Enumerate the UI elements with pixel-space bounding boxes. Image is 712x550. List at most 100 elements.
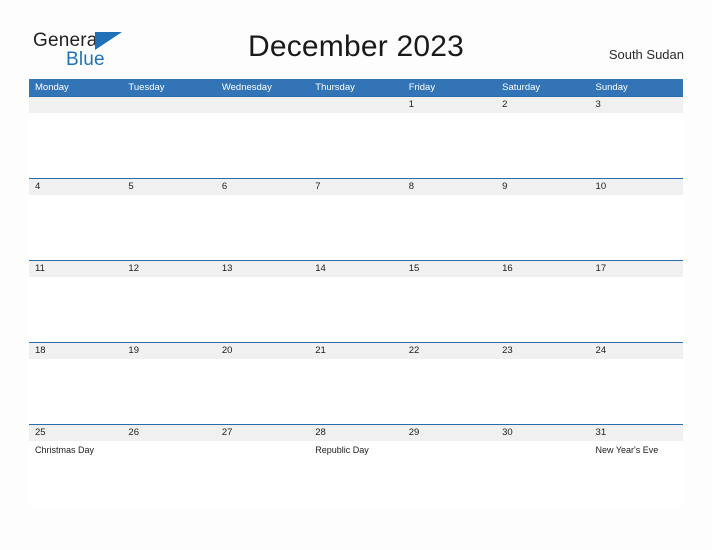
day-number[interactable]: 31: [590, 425, 683, 441]
day-number[interactable]: 5: [122, 179, 215, 195]
weekday-header-monday: Monday: [35, 82, 69, 93]
week-event-band: [29, 195, 683, 260]
day-cell[interactable]: [122, 277, 215, 342]
day-cell[interactable]: [309, 195, 402, 260]
day-cell[interactable]: [122, 113, 215, 178]
week-date-band: 25 26 27 28 29 30 31: [29, 424, 683, 441]
day-number[interactable]: 1: [403, 97, 496, 113]
day-cell[interactable]: [309, 277, 402, 342]
day-cell[interactable]: [216, 441, 309, 506]
day-cell[interactable]: [122, 441, 215, 506]
day-cell[interactable]: [496, 277, 589, 342]
day-number[interactable]: 3: [590, 97, 683, 113]
day-number[interactable]: 6: [216, 179, 309, 195]
week-event-band: [29, 359, 683, 424]
day-number[interactable]: [216, 97, 309, 113]
day-number[interactable]: 20: [216, 343, 309, 359]
day-cell[interactable]: [403, 113, 496, 178]
day-cell[interactable]: [403, 277, 496, 342]
day-number[interactable]: 9: [496, 179, 589, 195]
calendar-week-row: 25 26 27 28 29 30 31 Christmas Day Repub…: [29, 424, 683, 506]
page-header: General Blue December 2023 South Sudan: [0, 0, 712, 78]
day-number[interactable]: 17: [590, 261, 683, 277]
calendar-week-row: 4 5 6 7 8 9 10: [29, 178, 683, 260]
day-event-label: Christmas Day: [35, 445, 95, 455]
calendar-week-row: 18 19 20 21 22 23 24: [29, 342, 683, 424]
weekday-header-wednesday: Wednesday: [221, 82, 272, 93]
day-cell[interactable]: [403, 359, 496, 424]
day-number[interactable]: [309, 97, 402, 113]
day-cell[interactable]: Christmas Day: [29, 441, 122, 506]
day-cell[interactable]: [496, 441, 589, 506]
day-number[interactable]: [29, 97, 122, 113]
day-cell[interactable]: [122, 195, 215, 260]
day-cell[interactable]: [29, 113, 122, 178]
day-number[interactable]: 13: [216, 261, 309, 277]
day-cell[interactable]: [309, 113, 402, 178]
week-date-band: 11 12 13 14 15 16 17: [29, 260, 683, 277]
calendar-week-row: 11 12 13 14 15 16 17: [29, 260, 683, 342]
week-date-band: 1 2 3: [29, 96, 683, 113]
day-number[interactable]: 26: [122, 425, 215, 441]
day-cell[interactable]: [590, 195, 683, 260]
day-cell[interactable]: [590, 359, 683, 424]
calendar-page: General Blue December 2023 South Sudan M…: [0, 0, 712, 550]
day-number[interactable]: 15: [403, 261, 496, 277]
day-number[interactable]: 23: [496, 343, 589, 359]
day-number[interactable]: 16: [496, 261, 589, 277]
week-event-band: [29, 113, 683, 178]
day-number[interactable]: 27: [216, 425, 309, 441]
day-cell[interactable]: [216, 113, 309, 178]
day-number[interactable]: 29: [403, 425, 496, 441]
day-number[interactable]: 19: [122, 343, 215, 359]
day-number[interactable]: 21: [309, 343, 402, 359]
day-number[interactable]: 11: [29, 261, 122, 277]
day-cell[interactable]: [403, 441, 496, 506]
weekday-header-saturday: Saturday: [502, 82, 541, 93]
day-event-label: New Year's Eve: [595, 445, 659, 455]
day-number[interactable]: 12: [122, 261, 215, 277]
week-event-band: [29, 277, 683, 342]
weekday-header-row: Monday Tuesday Wednesday Thursday Friday…: [29, 79, 683, 96]
day-number[interactable]: 14: [309, 261, 402, 277]
day-cell[interactable]: Republic Day: [309, 441, 402, 506]
day-number[interactable]: 7: [309, 179, 402, 195]
day-number[interactable]: 4: [29, 179, 122, 195]
day-cell[interactable]: New Year's Eve: [590, 441, 683, 506]
day-cell[interactable]: [29, 277, 122, 342]
day-cell[interactable]: [216, 195, 309, 260]
day-number[interactable]: 30: [496, 425, 589, 441]
day-number[interactable]: 25: [29, 425, 122, 441]
day-cell[interactable]: [496, 195, 589, 260]
calendar-week-row: 1 2 3: [29, 96, 683, 178]
day-cell[interactable]: [29, 195, 122, 260]
day-event-label: Republic Day: [315, 445, 369, 455]
day-number[interactable]: [122, 97, 215, 113]
day-number[interactable]: 22: [403, 343, 496, 359]
week-date-band: 4 5 6 7 8 9 10: [29, 178, 683, 195]
day-number[interactable]: 2: [496, 97, 589, 113]
day-cell[interactable]: [403, 195, 496, 260]
day-cell[interactable]: [216, 277, 309, 342]
day-cell[interactable]: [309, 359, 402, 424]
country-label: South Sudan: [608, 47, 684, 62]
day-cell[interactable]: [496, 359, 589, 424]
day-number[interactable]: 18: [29, 343, 122, 359]
week-event-band: Christmas Day Republic Day New Year's Ev…: [29, 441, 683, 506]
calendar-grid: Monday Tuesday Wednesday Thursday Friday…: [29, 79, 683, 506]
weekday-header-thursday: Thursday: [315, 82, 355, 93]
day-number[interactable]: 8: [403, 179, 496, 195]
day-number[interactable]: 28: [309, 425, 402, 441]
day-cell[interactable]: [496, 113, 589, 178]
page-title: December 2023: [247, 30, 465, 63]
day-cell[interactable]: [590, 113, 683, 178]
day-number[interactable]: 24: [590, 343, 683, 359]
day-number[interactable]: 10: [590, 179, 683, 195]
day-cell[interactable]: [590, 277, 683, 342]
weekday-header-sunday: Sunday: [595, 82, 628, 93]
weekday-header-friday: Friday: [408, 82, 436, 93]
day-cell[interactable]: [216, 359, 309, 424]
day-cell[interactable]: [29, 359, 122, 424]
weekday-header-tuesday: Tuesday: [128, 82, 165, 93]
day-cell[interactable]: [122, 359, 215, 424]
